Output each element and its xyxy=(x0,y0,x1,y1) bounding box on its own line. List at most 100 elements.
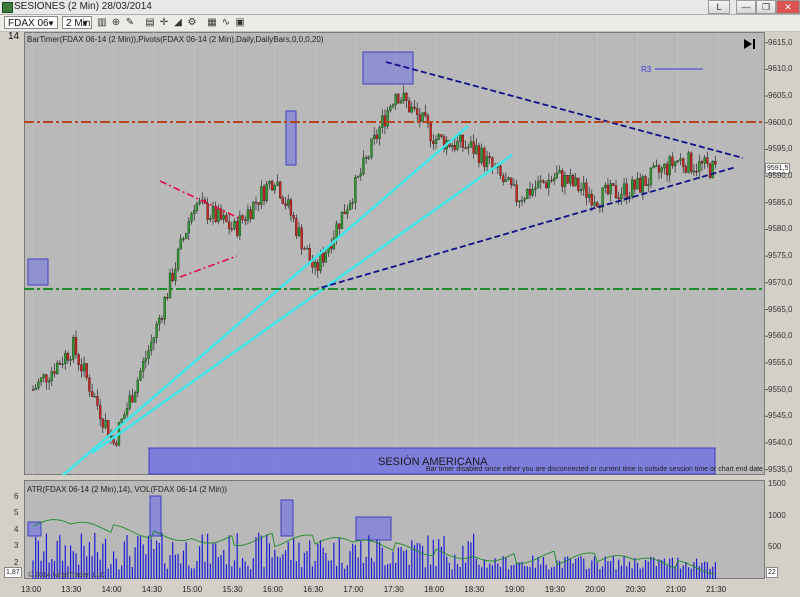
highlight-box xyxy=(355,516,392,541)
candle-body xyxy=(545,182,548,188)
candle-body xyxy=(179,238,182,250)
candle-body xyxy=(284,203,287,206)
candle-body xyxy=(429,122,432,142)
highlight-box xyxy=(149,495,162,537)
candle-body xyxy=(596,202,599,207)
candle-body xyxy=(305,248,309,250)
candle-body xyxy=(155,323,158,338)
price-tick: 9540,0 xyxy=(768,437,793,447)
atr-tick: 4 xyxy=(14,524,19,534)
candle-body xyxy=(695,170,698,173)
candle-body xyxy=(287,199,290,206)
candle-body xyxy=(418,114,422,122)
candle-body xyxy=(276,181,279,186)
candle-body xyxy=(313,262,317,268)
candle-body xyxy=(502,175,505,182)
atr-value-marker: 1,87 xyxy=(4,567,22,578)
candle-body xyxy=(354,177,357,203)
candle-body xyxy=(604,184,607,188)
candle-body xyxy=(104,420,107,428)
volume-tick: 1000 xyxy=(768,510,786,520)
candle-body xyxy=(410,106,413,113)
candle-body xyxy=(348,203,352,210)
candle-body xyxy=(676,160,679,163)
candle-body xyxy=(389,106,392,111)
candle-body xyxy=(515,184,518,203)
candle-body xyxy=(531,189,534,196)
candle-body xyxy=(399,100,403,104)
highlight-box xyxy=(280,499,294,537)
candle-body xyxy=(649,167,653,185)
candle-body xyxy=(268,181,271,185)
candle-body xyxy=(585,182,588,198)
candle-body xyxy=(491,157,494,168)
price-tick: 9550,0 xyxy=(768,384,793,394)
candle-body xyxy=(566,175,569,184)
candle-body xyxy=(158,318,161,325)
highlight-box xyxy=(27,258,49,286)
candle-body xyxy=(684,166,688,173)
candle-body xyxy=(601,187,604,208)
candle-body xyxy=(66,353,70,361)
candle-body xyxy=(209,218,212,220)
candle-body xyxy=(593,202,596,206)
candle-body xyxy=(690,152,693,172)
candle-body xyxy=(633,179,636,190)
candle-body xyxy=(273,185,276,191)
time-tick: 16:00 xyxy=(262,585,283,594)
price-indicator-label: BarTimer(FDAX 06-14 (2 Min)),Pivots(FDAX… xyxy=(27,35,324,44)
candle-body xyxy=(324,252,327,263)
time-tick: 18:30 xyxy=(464,585,485,594)
candle-body xyxy=(260,186,263,205)
candle-body xyxy=(386,110,389,127)
candle-body xyxy=(246,209,250,221)
candle-body xyxy=(606,184,610,194)
candle-body xyxy=(483,147,486,167)
candle-body xyxy=(238,215,242,236)
highlight-box xyxy=(27,521,42,537)
candle-body xyxy=(359,173,362,177)
candle-body xyxy=(620,194,623,199)
candle-body xyxy=(163,297,166,320)
candle-body xyxy=(657,165,661,173)
candle-body xyxy=(609,183,612,194)
candle-body xyxy=(692,170,696,173)
candle-body xyxy=(391,104,395,107)
candle-body xyxy=(450,145,454,147)
candle-body xyxy=(254,201,258,204)
candle-body xyxy=(477,145,481,163)
candle-body xyxy=(679,158,682,161)
candle-body xyxy=(440,134,443,137)
candle-body xyxy=(453,145,456,150)
chart-canvas[interactable] xyxy=(0,0,800,597)
candle-body xyxy=(150,342,153,351)
price-tick: 9545,0 xyxy=(768,411,793,421)
candle-body xyxy=(504,179,508,182)
trend-line xyxy=(91,153,513,455)
candle-body xyxy=(58,362,62,365)
candle-body xyxy=(184,232,188,239)
price-tick: 9560,0 xyxy=(768,331,793,341)
candle-body xyxy=(698,161,701,172)
candle-body xyxy=(472,141,475,154)
price-tick: 9570,0 xyxy=(768,277,793,287)
trend-line xyxy=(61,125,469,475)
candle-body xyxy=(136,380,139,393)
candle-body xyxy=(397,93,400,104)
time-tick: 15:30 xyxy=(222,585,243,594)
time-tick: 13:30 xyxy=(61,585,82,594)
candle-body xyxy=(289,199,293,216)
volume-value-marker: 22 xyxy=(766,567,778,578)
candle-body xyxy=(64,353,67,365)
candle-body xyxy=(133,392,137,403)
candle-body xyxy=(346,209,349,215)
candle-body xyxy=(227,221,231,229)
candle-body xyxy=(80,364,83,372)
candle-body xyxy=(45,374,48,383)
candle-body xyxy=(547,179,550,188)
candle-body xyxy=(571,175,575,186)
candle-body xyxy=(85,363,88,378)
atr-tick: 3 xyxy=(14,541,19,550)
candle-body xyxy=(319,252,322,271)
time-tick: 19:00 xyxy=(504,585,525,594)
